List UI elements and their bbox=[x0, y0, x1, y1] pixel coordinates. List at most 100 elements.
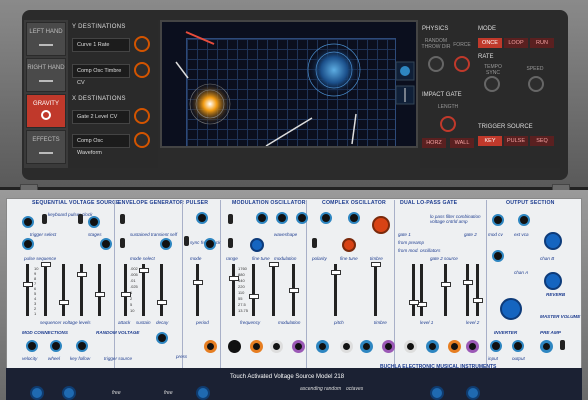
stages-switch[interactable] bbox=[78, 214, 83, 224]
horz-button[interactable]: HORZ bbox=[422, 138, 446, 148]
footer-knob[interactable] bbox=[30, 386, 44, 400]
fader-handle[interactable] bbox=[76, 272, 87, 277]
mod-fine-tune-knob[interactable] bbox=[250, 238, 264, 252]
fader-handle[interactable] bbox=[288, 288, 299, 293]
trigger-select-switch[interactable] bbox=[42, 214, 47, 224]
tempo-sync-toggle[interactable] bbox=[484, 76, 500, 92]
ext-vca-jack[interactable] bbox=[518, 214, 530, 226]
fader-handle[interactable] bbox=[248, 294, 259, 299]
chan-b-knob[interactable] bbox=[544, 232, 562, 250]
patch-jack[interactable] bbox=[448, 340, 461, 353]
patch-jack[interactable] bbox=[382, 340, 395, 353]
fader-handle[interactable] bbox=[440, 282, 451, 287]
patch-jack[interactable] bbox=[228, 340, 241, 353]
fader-handle[interactable] bbox=[94, 292, 105, 297]
fader-handle[interactable] bbox=[472, 298, 483, 303]
random-jack[interactable] bbox=[156, 332, 168, 344]
speed-knob[interactable] bbox=[528, 76, 544, 92]
patch-jack[interactable] bbox=[204, 340, 217, 353]
patch-jack[interactable] bbox=[540, 340, 553, 353]
trigger-seq-button[interactable]: SEQ bbox=[530, 136, 554, 146]
trigger-key-button[interactable]: KEY bbox=[478, 136, 502, 146]
env-trigger-switch[interactable] bbox=[120, 214, 125, 224]
patch-jack[interactable] bbox=[404, 340, 417, 353]
white-wall[interactable] bbox=[175, 61, 189, 79]
y-destination-1-knob[interactable] bbox=[134, 36, 150, 52]
patch-jack[interactable] bbox=[292, 340, 305, 353]
patch-jack[interactable] bbox=[360, 340, 373, 353]
tab-effects[interactable]: EFFECTS bbox=[26, 130, 66, 164]
patch-jack[interactable] bbox=[466, 340, 479, 353]
patch-jack[interactable] bbox=[340, 340, 353, 353]
wheel-jack[interactable] bbox=[50, 340, 62, 352]
pre-amp-switch[interactable] bbox=[560, 340, 565, 350]
force-knob[interactable] bbox=[454, 56, 470, 72]
master-volume-knob[interactable] bbox=[500, 298, 522, 320]
patch-jack[interactable] bbox=[316, 340, 329, 353]
stages-jack[interactable] bbox=[88, 216, 100, 228]
mod-waveshape-jack[interactable] bbox=[276, 212, 288, 224]
y-destination-2[interactable]: Comp Osc Timbre CV bbox=[72, 64, 130, 86]
fader-handle[interactable] bbox=[408, 300, 419, 305]
x-destination-1-knob[interactable] bbox=[134, 108, 150, 124]
footer-knob[interactable] bbox=[466, 386, 480, 400]
fader-handle[interactable] bbox=[156, 300, 167, 305]
mod-keyboard-switch[interactable] bbox=[228, 214, 233, 224]
y-destination-1[interactable]: Curve 1 Rate bbox=[72, 38, 130, 52]
x-destination-2-knob[interactable] bbox=[134, 132, 150, 148]
complex-keyboard-jack[interactable] bbox=[320, 212, 332, 224]
key-follow-jack[interactable] bbox=[76, 340, 88, 352]
sequencer-jack[interactable] bbox=[100, 238, 112, 250]
fader-handle[interactable] bbox=[58, 300, 69, 305]
trigger-pulse-button[interactable]: PULSE bbox=[504, 136, 528, 146]
orange-planet[interactable] bbox=[188, 82, 232, 126]
pulse-sequence-jack[interactable] bbox=[22, 238, 34, 250]
mod-range-switch[interactable] bbox=[228, 238, 233, 248]
polarity-switch[interactable] bbox=[312, 238, 317, 248]
footer-knob[interactable] bbox=[430, 386, 444, 400]
trigger-jack[interactable] bbox=[22, 216, 34, 228]
fader-handle[interactable] bbox=[120, 292, 131, 297]
x-destination-1[interactable]: Gate 2 Level CV bbox=[72, 110, 130, 124]
tab-left-hand[interactable]: LEFT HAND bbox=[26, 22, 66, 56]
gravity-display[interactable] bbox=[160, 20, 418, 148]
patch-jack[interactable] bbox=[270, 340, 283, 353]
fader-handle[interactable] bbox=[40, 262, 51, 267]
fader-handle[interactable] bbox=[462, 280, 473, 285]
red-wall[interactable] bbox=[185, 31, 215, 45]
fader-handle[interactable] bbox=[330, 270, 341, 275]
pulser-mode-switch[interactable] bbox=[184, 236, 189, 246]
mod-jack[interactable] bbox=[256, 212, 268, 224]
reverb-knob[interactable] bbox=[544, 272, 562, 290]
y-destination-2-knob[interactable] bbox=[134, 62, 150, 78]
white-wall[interactable] bbox=[265, 117, 313, 146]
timbre-knob[interactable] bbox=[372, 216, 390, 234]
patch-jack[interactable] bbox=[250, 340, 263, 353]
fader-handle[interactable] bbox=[138, 268, 149, 273]
mode-once-button[interactable]: ONCE bbox=[478, 38, 502, 48]
tab-gravity[interactable]: GRAVITY bbox=[26, 94, 66, 128]
footer-knob[interactable] bbox=[62, 386, 76, 400]
velocity-jack[interactable] bbox=[26, 340, 38, 352]
white-wall[interactable] bbox=[351, 113, 357, 145]
mode-loop-button[interactable]: LOOP bbox=[504, 38, 528, 48]
mode-run-button[interactable]: RUN bbox=[530, 38, 554, 48]
chan-a-jack[interactable] bbox=[492, 250, 504, 262]
patch-jack[interactable] bbox=[426, 340, 439, 353]
length-knob[interactable] bbox=[440, 116, 456, 132]
tab-right-hand[interactable]: RIGHT HAND bbox=[26, 58, 66, 92]
mod-cv-jack[interactable] bbox=[492, 214, 504, 226]
inverter-input-jack[interactable] bbox=[490, 340, 502, 352]
complex-jack[interactable] bbox=[348, 212, 360, 224]
footer-knob[interactable] bbox=[196, 386, 210, 400]
fader-handle[interactable] bbox=[22, 282, 33, 287]
wall-button[interactable]: WALL bbox=[450, 138, 474, 148]
pulser-out-jack[interactable] bbox=[204, 238, 216, 250]
mod-out-jack[interactable] bbox=[296, 212, 308, 224]
fader-handle[interactable] bbox=[192, 280, 203, 285]
env-jack[interactable] bbox=[160, 238, 172, 250]
complex-fine-tune-knob[interactable] bbox=[342, 238, 356, 252]
pulser-jack[interactable] bbox=[196, 212, 208, 224]
env-mode-switch[interactable] bbox=[120, 238, 125, 248]
fader-handle[interactable] bbox=[268, 262, 279, 267]
